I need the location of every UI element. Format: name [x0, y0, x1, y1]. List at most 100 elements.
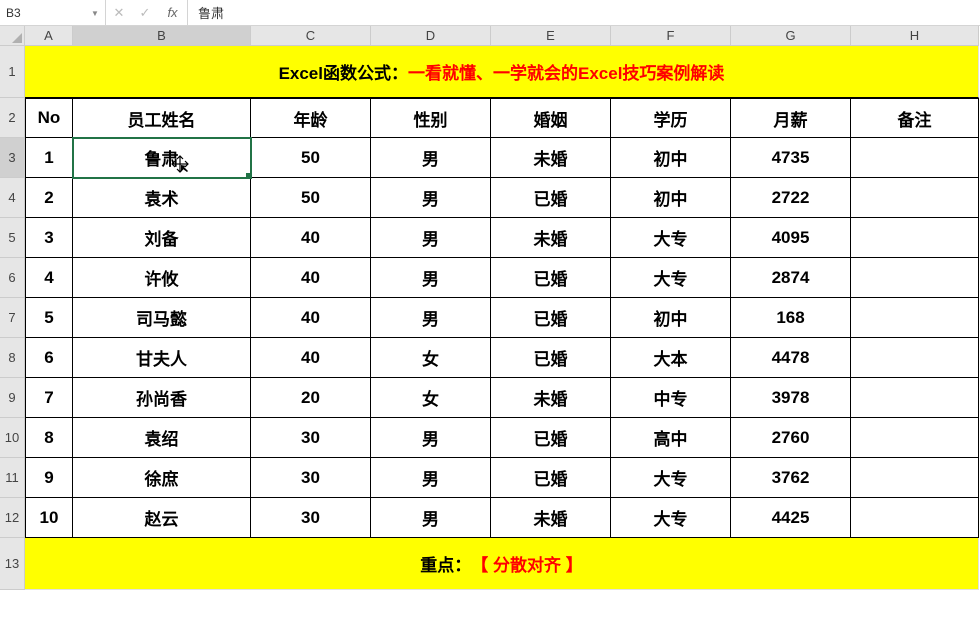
cell-name-r5[interactable]: 刘备 — [73, 218, 251, 258]
footer-cell[interactable]: 重点： 【 分散对齐 】 — [25, 538, 979, 590]
cell-no-r5[interactable]: 3 — [25, 218, 73, 258]
cell-remark-r3[interactable] — [851, 138, 979, 178]
select-all-corner[interactable] — [0, 26, 25, 46]
cell-gender-r6[interactable]: 男 — [371, 258, 491, 298]
cell-no-r10[interactable]: 8 — [25, 418, 73, 458]
cell-no-r12[interactable]: 10 — [25, 498, 73, 538]
header-gender[interactable]: 性别 — [371, 98, 491, 138]
name-box[interactable]: B3 ▼ — [0, 0, 106, 25]
cell-gender-r3[interactable]: 男 — [371, 138, 491, 178]
row-header-6[interactable]: 6 — [0, 258, 25, 298]
name-box-dropdown-icon[interactable]: ▼ — [91, 9, 99, 17]
cell-salary-r3[interactable]: 4735 — [731, 138, 851, 178]
cell-marriage-r8[interactable]: 已婚 — [491, 338, 611, 378]
cell-education-r5[interactable]: 大专 — [611, 218, 731, 258]
row-header-2[interactable]: 2 — [0, 98, 25, 138]
cell-marriage-r3[interactable]: 未婚 — [491, 138, 611, 178]
row-header-12[interactable]: 12 — [0, 498, 25, 538]
cell-age-r9[interactable]: 20 — [251, 378, 371, 418]
cell-name-r10[interactable]: 袁绍 — [73, 418, 251, 458]
cell-remark-r6[interactable] — [851, 258, 979, 298]
row-header-8[interactable]: 8 — [0, 338, 25, 378]
cell-age-r6[interactable]: 40 — [251, 258, 371, 298]
col-header-C[interactable]: C — [251, 26, 371, 46]
cell-salary-r9[interactable]: 3978 — [731, 378, 851, 418]
cell-no-r8[interactable]: 6 — [25, 338, 73, 378]
cell-salary-r10[interactable]: 2760 — [731, 418, 851, 458]
cell-marriage-r10[interactable]: 已婚 — [491, 418, 611, 458]
title-cell[interactable]: Excel函数公式： 一看就懂、一学就会的Excel技巧案例解读 — [25, 46, 979, 98]
cell-salary-r11[interactable]: 3762 — [731, 458, 851, 498]
cell-no-r4[interactable]: 2 — [25, 178, 73, 218]
cell-age-r12[interactable]: 30 — [251, 498, 371, 538]
col-header-G[interactable]: G — [731, 26, 851, 46]
cell-marriage-r11[interactable]: 已婚 — [491, 458, 611, 498]
cell-marriage-r12[interactable]: 未婚 — [491, 498, 611, 538]
cell-name-r7[interactable]: 司马懿 — [73, 298, 251, 338]
cell-gender-r7[interactable]: 男 — [371, 298, 491, 338]
row-header-5[interactable]: 5 — [0, 218, 25, 258]
cell-salary-r5[interactable]: 4095 — [731, 218, 851, 258]
header-no[interactable]: No — [25, 98, 73, 138]
cell-gender-r12[interactable]: 男 — [371, 498, 491, 538]
formula-input[interactable] — [188, 0, 980, 25]
header-name[interactable]: 员工姓名 — [73, 98, 251, 138]
cell-remark-r5[interactable] — [851, 218, 979, 258]
cell-no-r9[interactable]: 7 — [25, 378, 73, 418]
cell-age-r4[interactable]: 50 — [251, 178, 371, 218]
col-header-B[interactable]: B — [73, 26, 251, 46]
cell-salary-r12[interactable]: 4425 — [731, 498, 851, 538]
cell-name-r9[interactable]: 孙尚香 — [73, 378, 251, 418]
row-header-10[interactable]: 10 — [0, 418, 25, 458]
fx-button[interactable]: fx — [158, 0, 188, 25]
confirm-icon[interactable]: ✓ — [132, 5, 158, 21]
header-age[interactable]: 年龄 — [251, 98, 371, 138]
cancel-icon[interactable]: ✕ — [106, 5, 132, 21]
cell-no-r6[interactable]: 4 — [25, 258, 73, 298]
row-header-3[interactable]: 3 — [0, 138, 25, 178]
cell-gender-r10[interactable]: 男 — [371, 418, 491, 458]
cell-education-r12[interactable]: 大专 — [611, 498, 731, 538]
cell-salary-r6[interactable]: 2874 — [731, 258, 851, 298]
cell-name-r12[interactable]: 赵云 — [73, 498, 251, 538]
cell-age-r5[interactable]: 40 — [251, 218, 371, 258]
cell-education-r11[interactable]: 大专 — [611, 458, 731, 498]
cell-education-r9[interactable]: 中专 — [611, 378, 731, 418]
row-header-9[interactable]: 9 — [0, 378, 25, 418]
cell-remark-r12[interactable] — [851, 498, 979, 538]
cell-education-r8[interactable]: 大本 — [611, 338, 731, 378]
cell-education-r7[interactable]: 初中 — [611, 298, 731, 338]
row-header-11[interactable]: 11 — [0, 458, 25, 498]
cell-salary-r7[interactable]: 168 — [731, 298, 851, 338]
cell-marriage-r6[interactable]: 已婚 — [491, 258, 611, 298]
col-header-H[interactable]: H — [851, 26, 979, 46]
col-header-E[interactable]: E — [491, 26, 611, 46]
cell-gender-r9[interactable]: 女 — [371, 378, 491, 418]
header-salary[interactable]: 月薪 — [731, 98, 851, 138]
cell-age-r8[interactable]: 40 — [251, 338, 371, 378]
cell-gender-r8[interactable]: 女 — [371, 338, 491, 378]
cell-remark-r7[interactable] — [851, 298, 979, 338]
col-header-A[interactable]: A — [25, 26, 73, 46]
cell-education-r6[interactable]: 大专 — [611, 258, 731, 298]
cell-name-r8[interactable]: 甘夫人 — [73, 338, 251, 378]
row-header-7[interactable]: 7 — [0, 298, 25, 338]
cell-marriage-r7[interactable]: 已婚 — [491, 298, 611, 338]
cell-education-r3[interactable]: 初中 — [611, 138, 731, 178]
cell-name-r3[interactable]: 鲁肃 — [73, 138, 251, 178]
cell-salary-r8[interactable]: 4478 — [731, 338, 851, 378]
cell-age-r11[interactable]: 30 — [251, 458, 371, 498]
cell-education-r10[interactable]: 高中 — [611, 418, 731, 458]
cell-marriage-r4[interactable]: 已婚 — [491, 178, 611, 218]
cell-education-r4[interactable]: 初中 — [611, 178, 731, 218]
cell-age-r7[interactable]: 40 — [251, 298, 371, 338]
cell-remark-r4[interactable] — [851, 178, 979, 218]
cell-age-r3[interactable]: 50 — [251, 138, 371, 178]
col-header-F[interactable]: F — [611, 26, 731, 46]
cell-gender-r4[interactable]: 男 — [371, 178, 491, 218]
cell-marriage-r5[interactable]: 未婚 — [491, 218, 611, 258]
header-remark[interactable]: 备注 — [851, 98, 979, 138]
cell-salary-r4[interactable]: 2722 — [731, 178, 851, 218]
cell-no-r7[interactable]: 5 — [25, 298, 73, 338]
cell-gender-r5[interactable]: 男 — [371, 218, 491, 258]
